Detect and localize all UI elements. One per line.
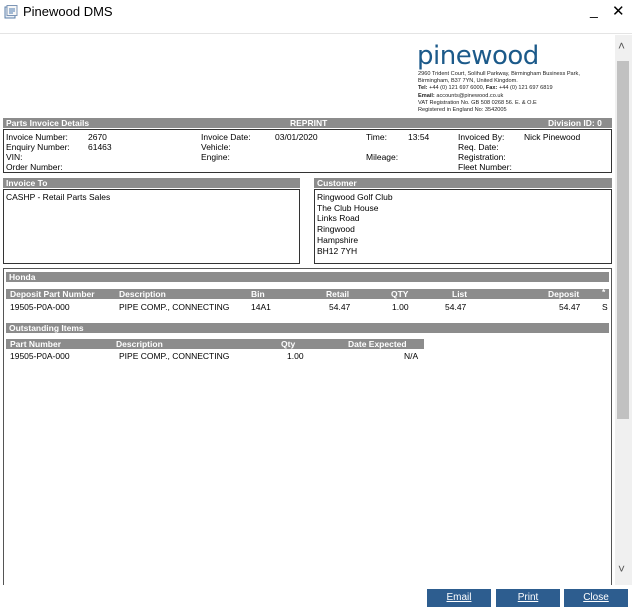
details-header: Parts Invoice Details (6, 118, 90, 128)
title-bar: Pinewood DMS _ ✕ (0, 0, 632, 26)
col-deposit: Deposit (548, 289, 580, 299)
vertical-scrollbar[interactable]: ˄ ˅ (615, 35, 632, 585)
address-contact: Tel: +44 (0) 121 697 6000, Fax: +44 (0) … (418, 85, 553, 92)
col-description: Description (116, 339, 163, 349)
invoice-to-header-bar: Invoice To (3, 178, 300, 188)
col-deposit-part-number: Deposit Part Number (10, 289, 95, 299)
address-line-1: 2960 Trident Court, Solihull Parkway, Bi… (418, 71, 580, 77)
time-value: 13:54 (408, 132, 430, 142)
parts-table-header: Deposit Part Number Description Bin Reta… (6, 287, 609, 299)
customer-header: Customer (317, 178, 357, 188)
company-address: 2960 Trident Court, Solihull Parkway, Bi… (418, 71, 580, 114)
mileage-label: Mileage: (366, 152, 399, 162)
cell-retail: 54.47 (329, 302, 351, 312)
details-box: Invoice Number: 2670 Enquiry Number: 614… (3, 129, 612, 173)
customer-line: Ringwood Golf Club (317, 192, 393, 202)
engine-label: Engine: (201, 152, 230, 162)
details-header-bar: Parts Invoice Details REPRINT Division I… (3, 118, 612, 128)
customer-box: Ringwood Golf Club The Club House Links … (314, 189, 612, 264)
invoiced-by-label: Invoiced By: (458, 132, 505, 142)
invoice-date-label: Invoice Date: (201, 132, 251, 142)
window-title: Pinewood DMS (23, 4, 113, 19)
col-qty: Qty (281, 339, 296, 349)
invoice-to-box: CASHP - Retail Parts Sales (3, 189, 300, 264)
col-date-expected: Date Expected (348, 339, 407, 349)
enquiry-number-label: Enquiry Number: (6, 142, 70, 152)
divider (0, 33, 632, 34)
chevron-down-icon[interactable]: ˅ (618, 562, 625, 576)
col-list: List (452, 289, 468, 299)
customer-line: Ringwood (317, 224, 355, 234)
minimize-button[interactable]: _ (590, 2, 598, 18)
customer-header-bar: Customer (314, 178, 612, 188)
invoice-to-line: CASHP - Retail Parts Sales (6, 192, 111, 202)
parts-box: Honda Deposit Part Number Description Bi… (3, 268, 612, 585)
scroll-thumb[interactable] (617, 61, 629, 419)
cell-qty: 1.00 (392, 302, 409, 312)
address-email: Email: accounts@pinewood.co.uk (418, 92, 504, 99)
close-button[interactable]: Close (564, 589, 628, 607)
section-honda-bar: Honda (6, 272, 609, 282)
cell-qty: 1.00 (287, 351, 304, 361)
app-icon (4, 5, 18, 19)
vehicle-label: Vehicle: (201, 142, 231, 152)
col-part-number: Part Number (10, 339, 62, 349)
print-button[interactable]: Print (496, 589, 560, 607)
reprint-label: REPRINT (290, 118, 328, 128)
cell-flag: S (602, 302, 608, 312)
fleet-number-label: Fleet Number: (458, 162, 512, 172)
cell-bin: 14A1 (251, 302, 271, 312)
customer-line: The Club House (317, 202, 379, 213)
invoice-date: 03/01/2020 (275, 132, 318, 142)
order-number-label: Order Number: (6, 162, 63, 172)
email-button[interactable]: Email (427, 589, 491, 607)
registration-label: Registration: (458, 152, 506, 162)
invoice-to-header: Invoice To (6, 178, 48, 188)
address-registered: Registered in England No: 3542005 (418, 107, 507, 114)
cell-description: PIPE COMP., CONNECTING (119, 351, 230, 361)
cell-deposit: 54.47 (559, 302, 581, 312)
section-honda: Honda (9, 272, 36, 282)
vin-label: VIN: (6, 152, 23, 162)
invoice-document: pinewood 2960 Trident Court, Solihull Pa… (0, 35, 615, 585)
col-retail: Retail (326, 289, 350, 299)
outstanding-items-bar: Outstanding Items (6, 323, 609, 333)
address-vat: VAT Registration No. GB 508 0268 56. E. … (418, 99, 537, 106)
invoiced-by: Nick Pinewood (524, 132, 581, 142)
pinewood-logo: pinewood (417, 41, 539, 71)
division-id: Division ID: 0 (548, 118, 602, 128)
req-date-label: Req. Date: (458, 142, 499, 152)
customer-line: Links Road (317, 213, 360, 223)
col-qty: QTY (391, 289, 409, 299)
cell-list: 54.47 (445, 302, 467, 312)
customer-line: Hampshire (317, 235, 359, 245)
chevron-up-icon[interactable]: ˄ (618, 39, 625, 53)
cell-part-number: 19505-P0A-000 (10, 302, 70, 312)
col-flag: * (602, 287, 606, 297)
enquiry-number: 61463 (88, 142, 112, 152)
cell-description: PIPE COMP., CONNECTING (119, 302, 230, 312)
address-line-2: Birmingham, B37 7YN, United Kingdom. (418, 78, 518, 85)
time-label: Time: (366, 132, 387, 142)
outstanding-items-header: Outstanding Items (9, 323, 84, 333)
col-description: Description (119, 289, 166, 299)
invoice-number: 2670 (88, 132, 107, 142)
cell-date-expected: N/A (404, 351, 419, 361)
invoice-number-label: Invoice Number: (6, 132, 68, 142)
col-bin: Bin (251, 289, 265, 299)
outstanding-table-header: Part Number Description Qty Date Expecte… (6, 339, 424, 349)
customer-line: BH12 7YH (317, 246, 358, 256)
cell-part-number: 19505-P0A-000 (10, 351, 70, 361)
close-window-button[interactable]: ✕ (612, 2, 625, 20)
